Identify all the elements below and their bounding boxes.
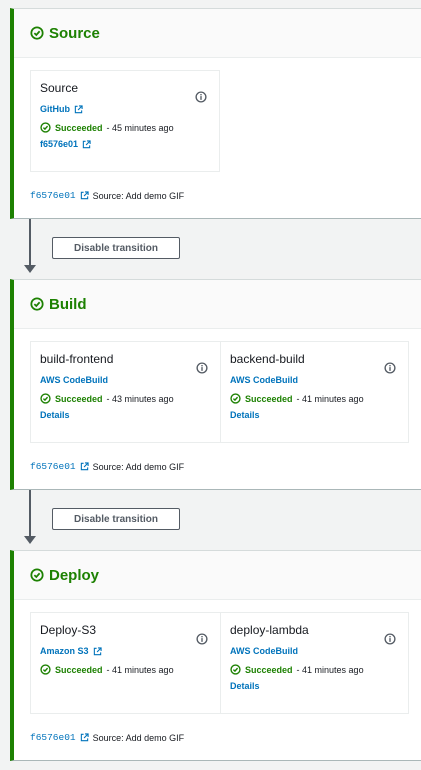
- details-link[interactable]: Details: [230, 410, 399, 420]
- status-row: Succeeded - 43 minutes ago: [40, 393, 211, 404]
- success-check-icon: [40, 664, 51, 675]
- status-row: Succeeded - 45 minutes ago: [40, 122, 210, 133]
- stage-title: Deploy: [49, 566, 100, 584]
- action-name: Source: [40, 81, 79, 95]
- provider-link[interactable]: GitHub: [40, 104, 210, 114]
- provider-link[interactable]: AWS CodeBuild: [230, 646, 399, 656]
- status-text: Succeeded: [55, 122, 103, 133]
- action-card: build-frontend AWS CodeBuild Succeeded -…: [31, 342, 220, 442]
- provider-link[interactable]: AWS CodeBuild: [40, 375, 211, 385]
- details-link[interactable]: Details: [230, 681, 399, 691]
- action-name: build-frontend: [40, 352, 114, 366]
- external-link-icon: [80, 733, 89, 742]
- disable-transition-button[interactable]: Disable transition: [52, 237, 180, 259]
- commit-link[interactable]: f6576e01: [30, 732, 76, 743]
- stage-footer: f6576e01 Source: Add demo GIF: [30, 732, 184, 743]
- commit-link[interactable]: f6576e01: [30, 190, 76, 201]
- external-link-icon: [82, 139, 91, 148]
- info-icon[interactable]: [384, 362, 396, 374]
- stage-header: Deploy: [14, 551, 421, 600]
- details-link[interactable]: f6576e01: [40, 139, 210, 149]
- commit-link[interactable]: f6576e01: [30, 461, 76, 472]
- stage-build: Build build-frontend AWS CodeBuild Succe…: [10, 279, 421, 490]
- actions-row: Source GitHub Succeeded - 45 minutes ago…: [30, 70, 220, 172]
- status-row: Succeeded - 41 minutes ago: [40, 664, 211, 675]
- transition-source-build: Disable transition: [0, 219, 421, 279]
- external-link-icon: [74, 104, 83, 113]
- stage-title: Build: [49, 295, 87, 313]
- action-card: Deploy-S3 Amazon S3 Succeeded - 41 minut…: [31, 613, 220, 713]
- stage-footer: f6576e01 Source: Add demo GIF: [30, 461, 184, 472]
- status-text: Succeeded: [55, 393, 103, 404]
- status-time-value: 45 minutes ago: [112, 122, 174, 133]
- disable-transition-button[interactable]: Disable transition: [52, 508, 180, 530]
- success-check-icon: [40, 122, 51, 133]
- status-time: - 41 minutes ago: [296, 393, 364, 404]
- external-link-icon: [80, 462, 89, 471]
- details-link[interactable]: Details: [40, 410, 211, 420]
- status-time: - 41 minutes ago: [296, 664, 364, 675]
- transition-arrow: [29, 490, 31, 538]
- status-text: Succeeded: [55, 664, 103, 675]
- info-icon[interactable]: [196, 362, 208, 374]
- commit-message: Source: Add demo GIF: [92, 732, 185, 743]
- details-label: Details: [40, 410, 70, 420]
- status-time-value: 41 minutes ago: [112, 664, 174, 675]
- info-icon[interactable]: [195, 91, 207, 103]
- external-link-icon: [93, 646, 102, 655]
- external-link-icon: [80, 191, 89, 200]
- info-icon[interactable]: [384, 633, 396, 645]
- action-name: Deploy-S3: [40, 623, 97, 637]
- info-icon[interactable]: [196, 633, 208, 645]
- success-check-icon: [230, 393, 241, 404]
- transition-arrow: [29, 219, 31, 267]
- success-check-icon: [30, 568, 44, 582]
- success-check-icon: [230, 664, 241, 675]
- action-name: deploy-lambda: [230, 623, 309, 637]
- arrow-head-icon: [24, 536, 36, 544]
- success-check-icon: [40, 393, 51, 404]
- action-card: backend-build AWS CodeBuild Succeeded - …: [220, 342, 408, 442]
- provider-label: Amazon S3: [40, 646, 89, 656]
- status-row: Succeeded - 41 minutes ago: [230, 664, 399, 675]
- status-text: Succeeded: [245, 664, 293, 675]
- commit-message: Source: Add demo GIF: [92, 461, 185, 472]
- status-time: - 41 minutes ago: [106, 664, 174, 675]
- details-label: Details: [230, 681, 260, 691]
- provider-link[interactable]: Amazon S3: [40, 646, 211, 656]
- stage-title: Source: [49, 24, 100, 42]
- stage-footer: f6576e01 Source: Add demo GIF: [30, 190, 184, 201]
- actions-row: build-frontend AWS CodeBuild Succeeded -…: [30, 341, 409, 443]
- success-check-icon: [30, 26, 44, 40]
- status-time: - 43 minutes ago: [106, 393, 174, 404]
- provider-link[interactable]: AWS CodeBuild: [230, 375, 399, 385]
- arrow-head-icon: [24, 265, 36, 273]
- provider-label: AWS CodeBuild: [230, 646, 298, 656]
- provider-label: AWS CodeBuild: [230, 375, 298, 385]
- action-card: Source GitHub Succeeded - 45 minutes ago…: [31, 71, 219, 171]
- status-time-value: 41 minutes ago: [302, 393, 364, 404]
- details-label: Details: [230, 410, 260, 420]
- status-time-value: 43 minutes ago: [112, 393, 174, 404]
- status-text: Succeeded: [245, 393, 293, 404]
- stage-source: Source Source GitHub Succeeded - 45 minu…: [10, 8, 421, 219]
- status-row: Succeeded - 41 minutes ago: [230, 393, 399, 404]
- commit-message: Source: Add demo GIF: [92, 190, 185, 201]
- action-card: deploy-lambda AWS CodeBuild Succeeded - …: [220, 613, 408, 713]
- details-label: f6576e01: [40, 139, 79, 149]
- stage-header: Build: [14, 280, 421, 329]
- status-time: - 45 minutes ago: [106, 122, 174, 133]
- actions-row: Deploy-S3 Amazon S3 Succeeded - 41 minut…: [30, 612, 409, 714]
- success-check-icon: [30, 297, 44, 311]
- transition-build-deploy: Disable transition: [0, 490, 421, 550]
- status-time-value: 41 minutes ago: [302, 664, 364, 675]
- provider-label: AWS CodeBuild: [40, 375, 108, 385]
- stage-header: Source: [14, 9, 421, 58]
- stage-deploy: Deploy Deploy-S3 Amazon S3 Succeeded - 4…: [10, 550, 421, 761]
- provider-label: GitHub: [40, 104, 70, 114]
- action-name: backend-build: [230, 352, 305, 366]
